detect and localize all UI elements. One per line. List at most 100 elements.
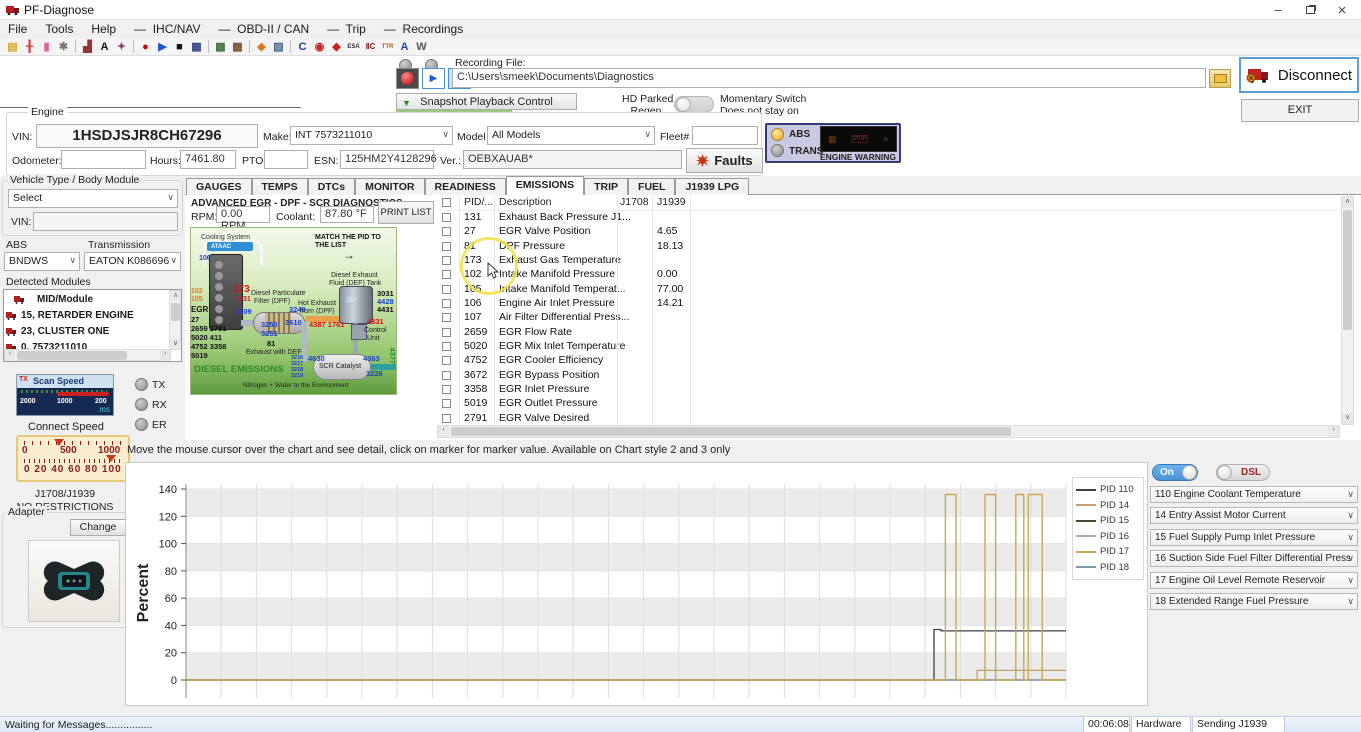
pid-select-17[interactable]: 17 Engine Oil Level Remote Reservoir [1150,572,1358,589]
record-button[interactable] [396,68,419,89]
close-button[interactable]: × [1327,2,1357,18]
print-list-button[interactable]: PRINT LIST [378,201,434,224]
row-checkbox[interactable] [442,270,451,279]
row-checkbox[interactable] [442,313,451,322]
table-row[interactable]: 107Air Filter Differential Press... [437,311,1340,325]
adapter-change-button[interactable]: Change [70,519,126,536]
row-checkbox[interactable] [442,414,451,423]
esa-icon[interactable]: ESA [345,39,362,55]
tab-monitor[interactable]: MONITOR [355,178,424,195]
table-row[interactable]: 5020EGR Mix Inlet Temperature [437,340,1340,354]
dsl-toggle[interactable]: DSL [1216,464,1270,481]
row-checkbox[interactable] [442,399,451,408]
settings-gear-icon[interactable]: ✱ [55,39,72,55]
menu-item[interactable]: Help [91,22,116,36]
pid-select-14[interactable]: 14 Entry Assist Motor Current [1150,507,1358,524]
table-row[interactable]: 102Intake Manifold Pressure0.00 [437,268,1340,282]
ic-bus-icon[interactable]: ⅡC [362,39,379,55]
table-row[interactable]: 106Engine Air Inlet Pressure14.21 [437,297,1340,311]
sidebar-vin-input[interactable] [33,212,178,231]
chart-panel[interactable]: 020406080100120140Percent PID 110PID 14P… [125,462,1148,706]
international-icon[interactable]: ◆ [328,39,345,55]
make-select[interactable]: INT 7573211010 [290,126,453,145]
table-row[interactable]: 81DPF Pressure18.13 [437,240,1340,254]
truck-icon[interactable]: ▟ [79,39,96,55]
road-icon[interactable]: ▨ [270,39,287,55]
menu-item[interactable]: — Trip [327,22,366,36]
row-checkbox[interactable] [442,256,451,265]
tab-gauges[interactable]: GAUGES [186,178,252,195]
table-row[interactable]: 5019EGR Outlet Pressure [437,397,1340,411]
modules-hscrollbar[interactable]: ‹› [4,349,171,361]
restore-button[interactable] [1295,2,1325,18]
disconnect-button[interactable]: Disconnect [1239,57,1359,93]
tab-fuel[interactable]: FUEL [628,178,675,195]
menu-item[interactable]: — Recordings [384,22,463,36]
faults-button[interactable]: Faults [686,148,763,173]
table-row[interactable]: 4752EGR Cooler Efficiency [437,354,1340,368]
link-icon[interactable]: ◆ [253,39,270,55]
cummins-icon[interactable]: C [294,39,311,55]
ecm-icon[interactable]: ▩ [229,39,246,55]
table-row[interactable]: 27EGR Valve Position4.65 [437,225,1340,239]
record-icon[interactable]: ● [137,39,154,55]
row-checkbox[interactable] [442,342,451,351]
tab-readiness[interactable]: READINESS [425,178,506,195]
row-checkbox[interactable] [442,328,451,337]
calendar-icon[interactable]: ▦ [188,39,205,55]
menu-item[interactable]: — IHC/NAV [134,22,200,36]
pid-select-110[interactable]: 110 Engine Coolant Temperature [1150,486,1358,503]
wabco-icon[interactable]: W [413,39,430,55]
tab-dtcs[interactable]: DTCs [308,178,355,195]
row-checkbox[interactable] [442,285,451,294]
module-row[interactable]: 23, CLUSTER ONE [6,323,166,339]
stamp-icon[interactable]: ✦ [113,39,130,55]
play-button[interactable]: ▶ [422,68,445,89]
menu-item[interactable]: File [8,22,27,36]
j1587-icon[interactable]: ▩ [212,39,229,55]
row-checkbox[interactable] [442,299,451,308]
table-row[interactable]: 131Exhaust Back Pressure J1... [437,211,1340,225]
modules-vscrollbar[interactable]: ∧∨ [169,290,181,350]
tab-emissions[interactable]: EMISSIONS [506,176,584,195]
table-vscrollbar[interactable]: ∧∨ [1341,196,1354,425]
transmission-select[interactable]: EATON K086696 [84,252,181,271]
menu-item[interactable]: — OBD-II / CAN [219,22,310,36]
table-row[interactable]: 2659EGR Flow Rate [437,326,1340,340]
exit-button[interactable]: EXIT [1241,99,1359,122]
hd-regen-toggle[interactable] [674,96,714,113]
row-checkbox[interactable] [442,213,451,222]
tab-trip[interactable]: TRIP [584,178,628,195]
snapshot-playback-button[interactable]: ▼Snapshot Playback Control [396,93,577,110]
table-row[interactable]: 105Intake Manifold Temperat...77.00 [437,283,1340,297]
menu-item[interactable]: Tools [45,22,73,36]
row-checkbox[interactable] [442,227,451,236]
row-checkbox[interactable] [442,371,451,380]
recording-file-input[interactable]: C:\Users\smeek\Documents\Diagnostics [452,68,1206,88]
pid-select-15[interactable]: 15 Fuel Supply Pump Inlet Pressure [1150,529,1358,546]
modules-header-row[interactable]: MID/Module [6,291,166,307]
tab-temps[interactable]: TEMPS [252,178,308,195]
odometer-input[interactable] [61,150,146,169]
play-icon[interactable]: ▶ [154,39,171,55]
table-row[interactable]: 3672EGR Bypass Position [437,369,1340,383]
table-row[interactable]: 2791EGR Valve Desired [437,412,1340,426]
browse-folder-button[interactable] [1209,69,1231,88]
minimize-button[interactable]: – [1263,2,1293,18]
stop-icon[interactable]: ■ [171,39,188,55]
table-row[interactable]: 173Exhaust Gas Temperature [437,254,1340,268]
model-select[interactable]: All Models [487,126,655,145]
save-icon[interactable]: ▮ [38,39,55,55]
open-folder-icon[interactable]: ▤ [4,39,21,55]
detected-modules-list[interactable]: MID/Module15, RETARDER ENGINE23, CLUSTER… [3,289,182,362]
pid-select-18[interactable]: 18 Extended Range Fuel Pressure [1150,593,1358,610]
ttr-icon[interactable]: TTR [379,39,396,55]
tab-j1939-lpg[interactable]: J1939 LPG [675,178,749,195]
select-all-checkbox[interactable] [442,198,451,207]
module-row[interactable]: 15, RETARDER ENGINE [6,307,166,323]
allison-icon[interactable]: A [396,39,413,55]
fleet-input[interactable] [692,126,758,145]
row-checkbox[interactable] [442,356,451,365]
pto-input[interactable] [264,150,308,169]
row-checkbox[interactable] [442,385,451,394]
